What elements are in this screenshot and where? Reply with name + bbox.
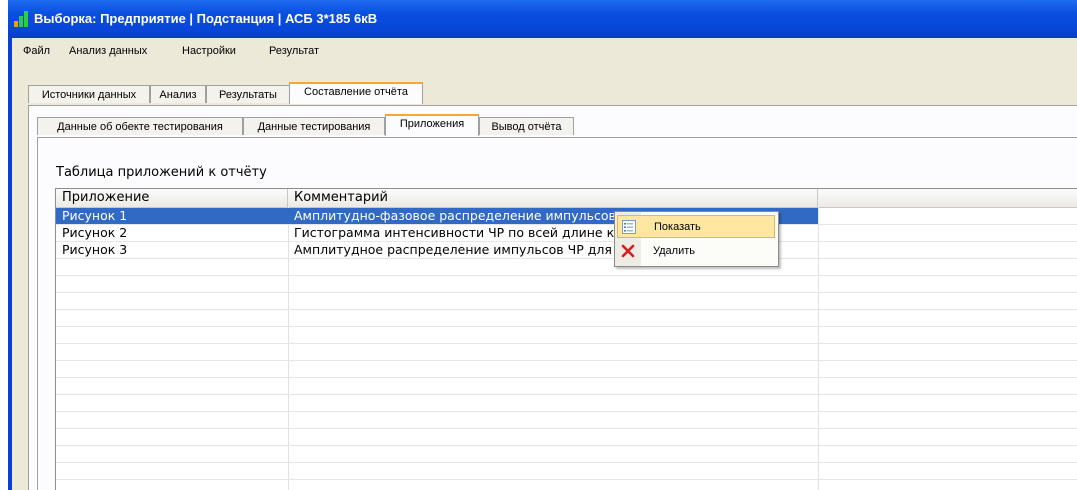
window-title: Выборка: Предприятие | Подстанция | АСБ … xyxy=(34,11,378,26)
empty-row xyxy=(56,327,1077,344)
tab-results[interactable]: Результаты xyxy=(206,85,290,103)
report-composition-panel: Данные об обекте тестирования Данные тес… xyxy=(28,105,1077,490)
appendices-table[interactable]: Приложение Комментарий Рисунок 1 Амплиту… xyxy=(55,188,1077,490)
appendices-panel: Таблица приложений к отчёту Приложение К… xyxy=(37,137,1077,490)
empty-row xyxy=(56,463,1077,480)
cell-appendix: Рисунок 3 xyxy=(62,242,128,257)
empty-row xyxy=(56,361,1077,378)
empty-row xyxy=(56,259,1077,276)
tab-data-sources[interactable]: Источники данных xyxy=(28,85,150,103)
context-menu-delete[interactable]: Удалить xyxy=(617,240,775,263)
menu-data-analysis[interactable]: Анализ данных xyxy=(69,45,147,57)
table-row[interactable]: Рисунок 3 Амплитудное распределение импу… xyxy=(56,242,1077,259)
delete-x-icon xyxy=(620,243,636,259)
empty-row xyxy=(56,412,1077,429)
app-window: Выборка: Предприятие | Подстанция | АСБ … xyxy=(8,0,1077,490)
cell-appendix: Рисунок 1 xyxy=(56,208,288,224)
table-row[interactable]: Рисунок 2 Гистограмма интенсивности ЧР п… xyxy=(56,225,1077,242)
desktop-edge xyxy=(0,0,8,490)
properties-list-icon xyxy=(621,219,637,235)
context-menu-delete-label: Удалить xyxy=(653,245,695,257)
empty-row xyxy=(56,429,1077,446)
empty-row xyxy=(56,446,1077,463)
menu-result[interactable]: Результат xyxy=(269,45,319,57)
tab-analysis[interactable]: Анализ xyxy=(150,85,206,103)
tab-appendices[interactable]: Приложения xyxy=(385,114,479,136)
table-caption: Таблица приложений к отчёту xyxy=(56,165,267,180)
tab-report-output[interactable]: Вывод отчёта xyxy=(479,117,574,135)
menu-file[interactable]: Файл xyxy=(23,45,50,57)
tab-test-object-data[interactable]: Данные об обекте тестирования xyxy=(37,117,243,135)
empty-row xyxy=(56,378,1077,395)
tab-test-data[interactable]: Данные тестирования xyxy=(243,117,385,135)
client-area: Файл Анализ данных Настройки Результат И… xyxy=(12,38,1077,490)
tab-report-composition[interactable]: Составление отчёта xyxy=(289,82,423,104)
context-menu: Показать Удалить xyxy=(614,211,779,267)
empty-row xyxy=(56,293,1077,310)
empty-row xyxy=(56,395,1077,412)
menu-settings[interactable]: Настройки xyxy=(182,45,236,57)
empty-row xyxy=(56,276,1077,293)
cell-appendix: Рисунок 2 xyxy=(62,225,128,240)
context-menu-show[interactable]: Показать xyxy=(617,215,775,238)
table-header: Приложение Комментарий xyxy=(56,189,1077,208)
context-menu-show-label: Показать xyxy=(654,221,701,233)
title-bar[interactable]: Выборка: Предприятие | Подстанция | АСБ … xyxy=(8,0,1077,38)
empty-row xyxy=(56,344,1077,361)
table-row[interactable]: Рисунок 1 Амплитудно-фазовое распределен… xyxy=(56,208,1077,225)
column-header-appendix[interactable]: Приложение xyxy=(56,189,288,207)
menu-bar: Файл Анализ данных Настройки Результат xyxy=(12,38,1077,64)
column-header-comment[interactable]: Комментарий xyxy=(288,189,818,207)
empty-row xyxy=(56,310,1077,327)
bar-chart-app-icon xyxy=(14,11,30,27)
